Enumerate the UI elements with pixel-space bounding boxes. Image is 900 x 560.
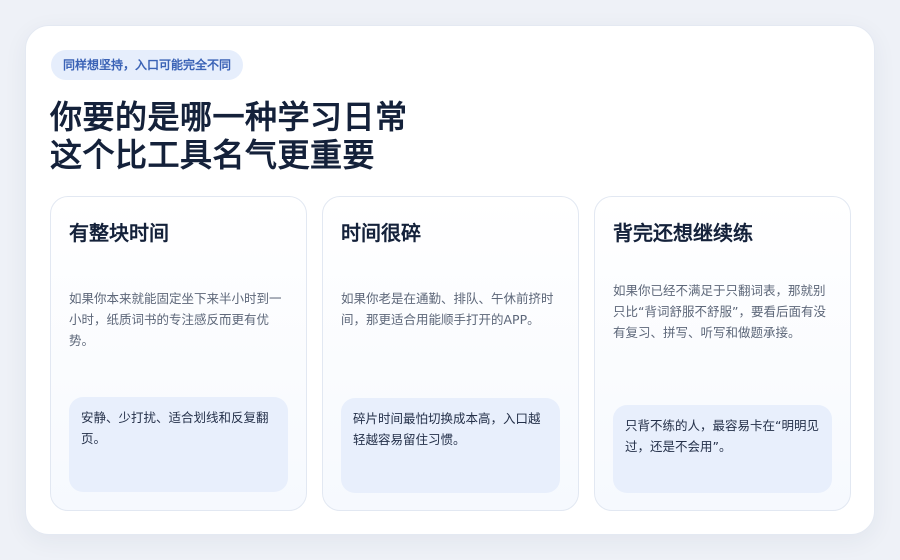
card-note: 安静、少打扰、适合划线和反复翻页。 — [69, 397, 288, 492]
card-continue-practice: 背完还想继续练 如果你已经不满足于只翻词表，那就别只比“背词舒服不舒服”，要看后… — [594, 196, 851, 511]
page-title-line-2: 这个比工具名气更重要 — [50, 136, 376, 174]
card-title: 时间很碎 — [341, 221, 421, 245]
card-note: 只背不练的人，最容易卡在“明明见过，还是不会用”。 — [613, 405, 832, 493]
card-fragmented-time: 时间很碎 如果你老是在通勤、排队、午休前挤时间，那更适合用能顺手打开的APP。 … — [322, 196, 579, 511]
card-description: 如果你本来就能固定坐下来半小时到一小时，纸质词书的专注感反而更有优势。 — [69, 291, 282, 348]
card-title: 有整块时间 — [69, 221, 169, 245]
tagline-badge: 同样想坚持，入口可能完全不同 — [51, 50, 244, 80]
card-whole-time: 有整块时间 如果你本来就能固定坐下来半小时到一小时，纸质词书的专注感反而更有优势… — [50, 196, 307, 511]
page-title: 你要的是哪一种学习日常 这个比工具名气更重要 — [50, 98, 408, 174]
card-note: 碎片时间最怕切换成本高，入口越轻越容易留住习惯。 — [341, 398, 560, 493]
card-description: 如果你已经不满足于只翻词表，那就别只比“背词舒服不舒服”，要看后面有没有复习、拼… — [613, 283, 826, 340]
page-title-line-1: 你要的是哪一种学习日常 — [50, 98, 408, 136]
card-description: 如果你老是在通勤、排队、午休前挤时间，那更适合用能顺手打开的APP。 — [341, 291, 554, 327]
main-panel: 同样想坚持，入口可能完全不同 你要的是哪一种学习日常 这个比工具名气更重要 有整… — [25, 25, 875, 535]
card-title: 背完还想继续练 — [613, 221, 753, 245]
